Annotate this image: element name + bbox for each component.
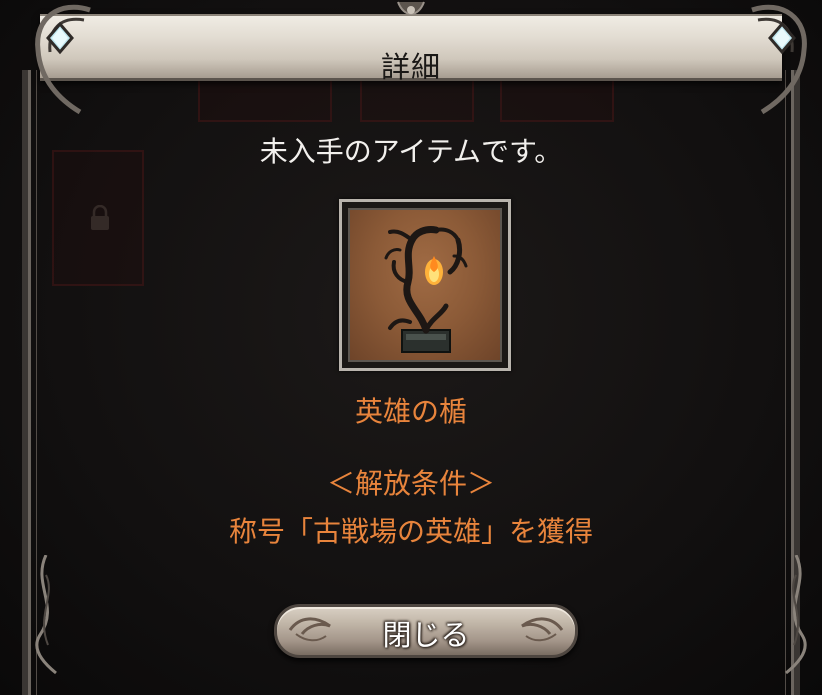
item-name: 英雄の楯	[354, 395, 467, 428]
header-ornament	[397, 1, 425, 15]
unlock-condition-heading: ＜解放条件＞	[326, 467, 495, 500]
close-button[interactable]: 閉じる	[258, 594, 594, 666]
unlock-condition-text: 称号「古戦場の英雄」を獲得	[228, 515, 593, 548]
status-message: 未入手のアイテムです。	[259, 135, 563, 168]
frame-ornament-right	[785, 555, 807, 675]
frame-ornament-left	[35, 555, 57, 675]
gem-icon	[751, 4, 807, 115]
gem-icon	[35, 4, 91, 115]
detail-dialog-screen: 詳細 未入手のアイテムです。 英雄の楯 ＜解放条件＞ 称号「古戦場の英雄」を獲得…	[0, 0, 822, 695]
close-button-label[interactable]: 閉じる	[258, 612, 594, 654]
dialog-header: 詳細	[40, 14, 782, 84]
trophy-tree-flame-icon	[384, 226, 468, 353]
item-thumbnail	[339, 199, 511, 371]
dialog-title: 詳細	[380, 50, 441, 84]
